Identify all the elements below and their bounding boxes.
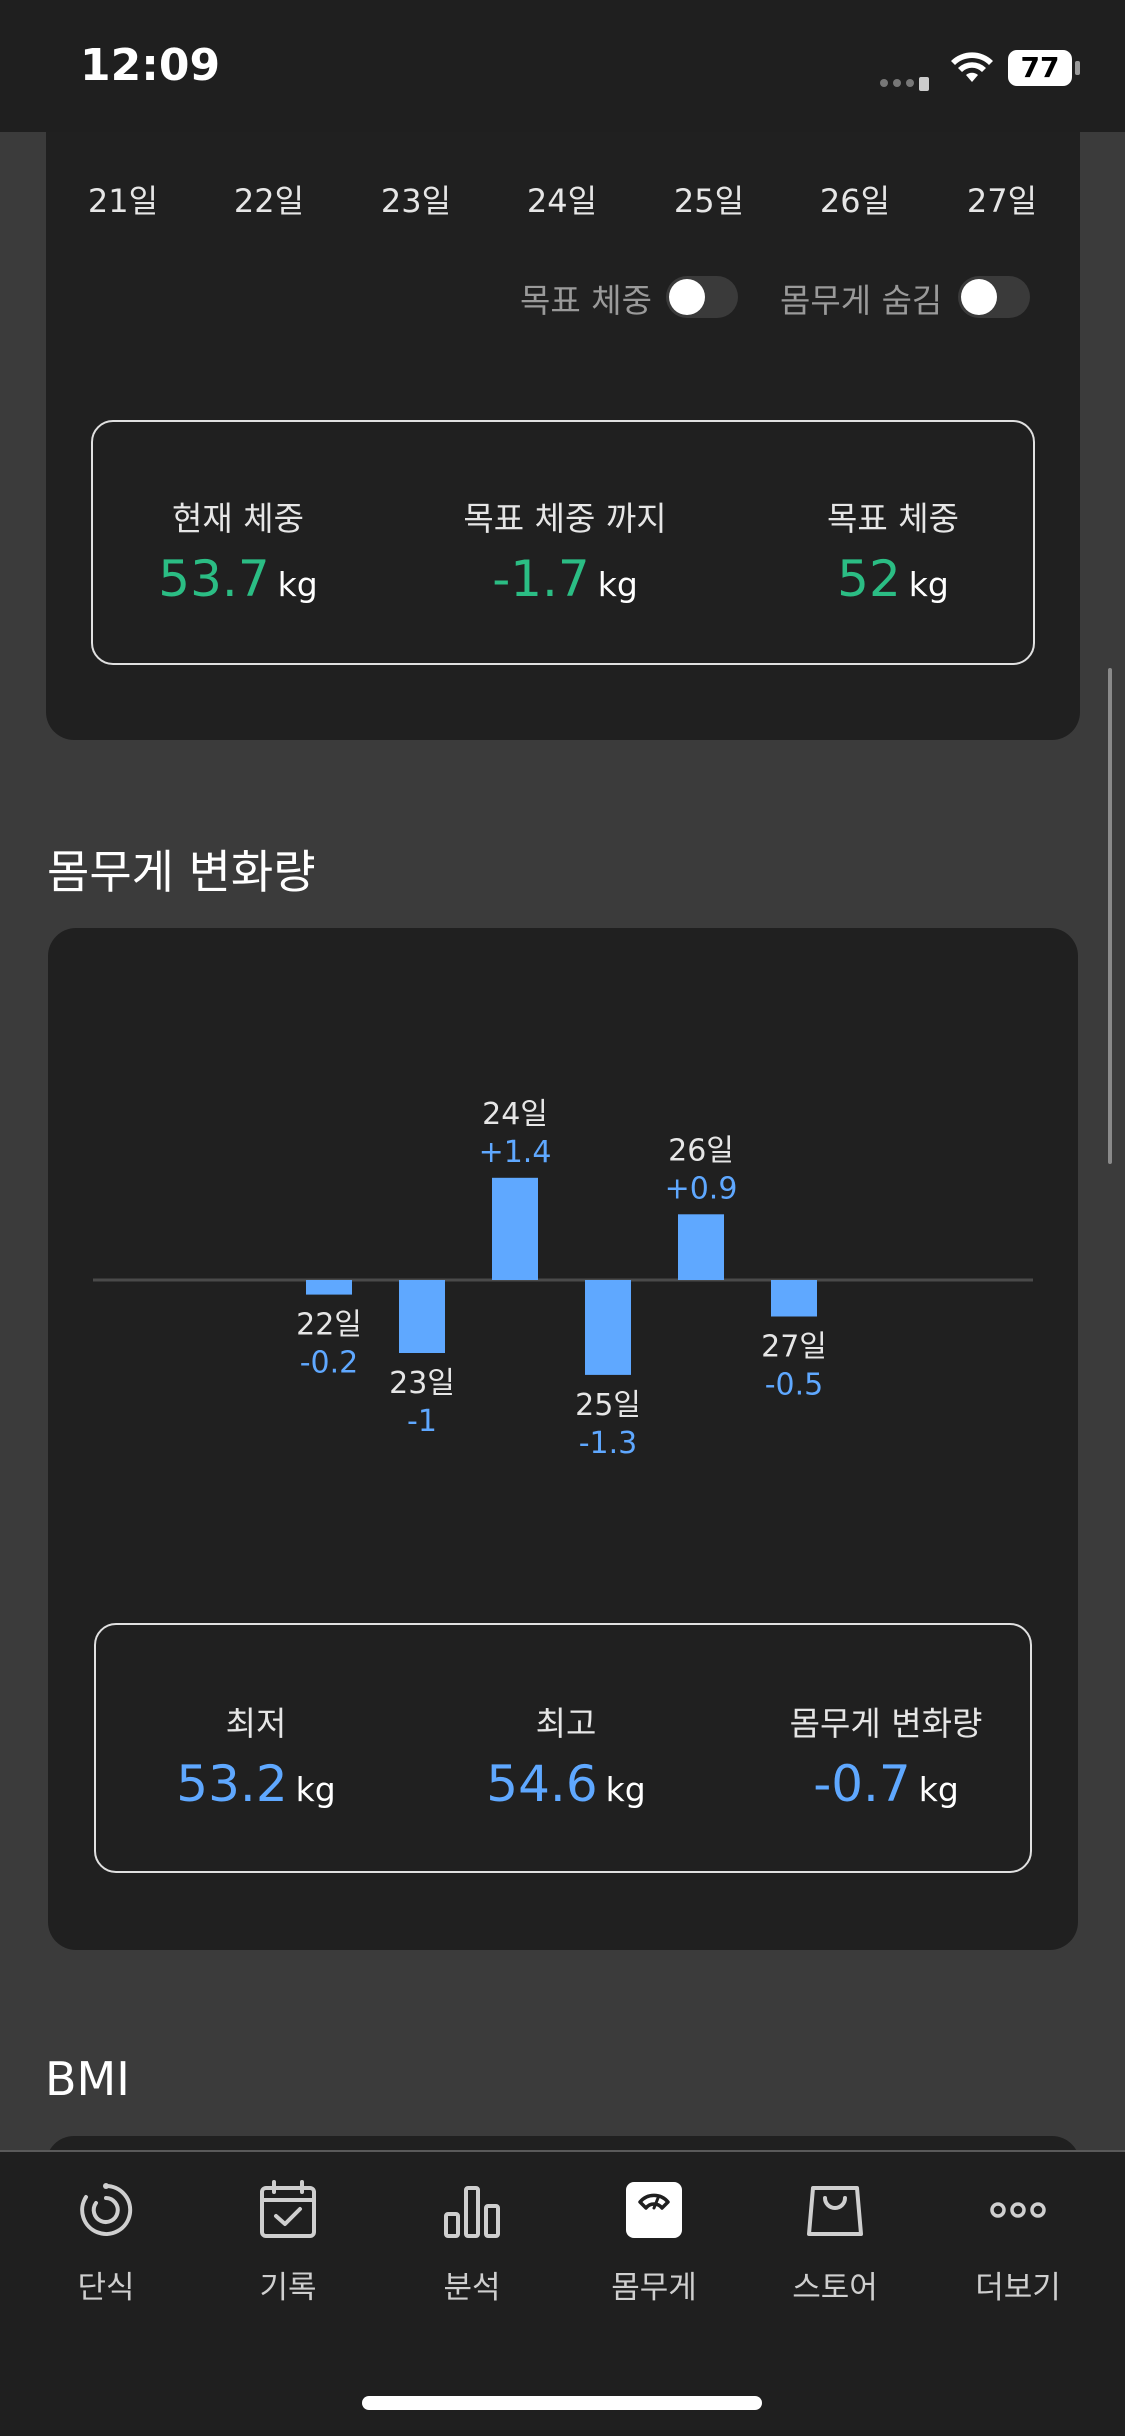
tab-label: 분석 — [443, 2270, 501, 2306]
unit-label: kg — [605, 1770, 646, 1809]
weight-change-value: -0.7 — [813, 1755, 911, 1813]
date-label: 21일 — [87, 182, 159, 220]
hide-weight-toggle[interactable] — [958, 276, 1030, 318]
date-label: 27일 — [966, 182, 1038, 220]
tab-weight[interactable]: 몸무게 — [574, 2178, 734, 2307]
stat-label: 최저 — [225, 1704, 287, 1743]
bmi-title: BMI — [45, 2052, 130, 2106]
chart-bar[interactable] — [585, 1280, 631, 1375]
unit-label: kg — [277, 565, 318, 604]
weight-change-title: 몸무게 변화량 — [47, 845, 316, 899]
chart-category-label: 27일 — [761, 1330, 827, 1365]
date-label: 23일 — [380, 182, 452, 220]
weight-change-stat: 몸무게 변화량 -0.7 kg — [756, 1697, 1016, 1813]
chart-value-label: -0.2 — [300, 1346, 359, 1381]
toggle-knob — [669, 279, 705, 315]
unit-label: kg — [908, 565, 949, 604]
bar-chart-icon — [444, 2186, 500, 2238]
tab-label: 단식 — [77, 2270, 135, 2306]
weight-change-chart: 22일-0.2 23일-1 24일+1.4 25일-1.3 26일+0.9 27일-0.5 — [93, 1097, 1033, 1461]
date-label: 25일 — [673, 182, 745, 220]
chart-category-label: 23일 — [389, 1366, 455, 1401]
chart-bar[interactable] — [306, 1280, 352, 1295]
current-weight-value: 53.7 — [158, 550, 270, 608]
chart-bar[interactable] — [399, 1280, 445, 1353]
tab-analysis[interactable]: 분석 — [392, 2178, 552, 2307]
min-weight-value: 53.2 — [176, 1755, 288, 1813]
chart-bar[interactable] — [492, 1177, 538, 1280]
goal-weight-stat: 목표 체중 52 kg — [773, 492, 1013, 608]
battery-tip — [1075, 61, 1080, 75]
stat-label: 현재 체중 — [172, 499, 304, 538]
tab-more[interactable]: 더보기 — [938, 2178, 1098, 2307]
status-bar: 12:09 77 — [0, 0, 1125, 132]
fasting-timer-icon — [80, 2183, 133, 2236]
tab-label: 몸무게 — [611, 2270, 697, 2306]
date-label: 26일 — [819, 182, 891, 220]
chart-value-label: +0.9 — [665, 1171, 738, 1206]
goal-weight-value: 52 — [837, 550, 901, 608]
chart-bar[interactable] — [771, 1280, 817, 1317]
stat-label: 몸무게 변화량 — [789, 1704, 983, 1743]
tab-label: 기록 — [259, 2270, 317, 2306]
tab-bar: 단식 기록 분석 몸무게 스토어 더보기 — [0, 2150, 1125, 2436]
chart-category-label: 26일 — [668, 1133, 734, 1168]
wifi-icon — [951, 52, 993, 82]
date-label: 24일 — [526, 182, 598, 220]
to-goal-stat: 목표 체중 까지 -1.7 kg — [423, 492, 707, 608]
tab-label: 더보기 — [975, 2270, 1061, 2306]
chart-category-label: 24일 — [482, 1097, 548, 1132]
shopping-bag-icon — [807, 2186, 863, 2236]
change-summary-box: 최저 53.2 kg 최고 54.6 kg 몸무게 변화량 -0.7 kg — [94, 1623, 1032, 1873]
chart-value-label: +1.4 — [479, 1135, 552, 1170]
max-weight-stat: 최고 54.6 kg — [456, 1697, 676, 1813]
min-weight-stat: 최저 53.2 kg — [146, 1697, 366, 1813]
chart-value-label: -1 — [407, 1404, 437, 1439]
cellular-signal-icon — [880, 72, 934, 91]
to-goal-value: -1.7 — [492, 550, 590, 608]
tab-label: 스토어 — [792, 2270, 878, 2306]
max-weight-value: 54.6 — [486, 1755, 598, 1813]
stat-label: 목표 체중 — [827, 499, 959, 538]
tab-store[interactable]: 스토어 — [755, 2178, 915, 2307]
chart-category-label: 25일 — [575, 1388, 641, 1423]
current-weight-stat: 현재 체중 53.7 kg — [113, 492, 363, 608]
weight-summary-box: 현재 체중 53.7 kg 목표 체중 까지 -1.7 kg 목표 체중 52 kg — [91, 420, 1035, 665]
stat-label: 최고 — [535, 1704, 597, 1743]
chart-value-label: -1.3 — [579, 1426, 638, 1461]
unit-label: kg — [597, 565, 638, 604]
toggle-knob — [961, 279, 997, 315]
battery-icon: 77 — [1008, 50, 1072, 86]
date-label: 22일 — [233, 182, 305, 220]
more-dots-icon — [990, 2202, 1046, 2218]
goal-weight-toggle-label: 목표 체중 — [520, 281, 652, 320]
unit-label: kg — [295, 1770, 336, 1809]
status-time: 12:09 — [80, 40, 221, 91]
chart-value-label: -0.5 — [765, 1368, 824, 1403]
tab-fasting[interactable]: 단식 — [26, 2178, 186, 2307]
scale-icon — [626, 2182, 682, 2238]
stat-label: 목표 체중 까지 — [463, 499, 667, 538]
unit-label: kg — [918, 1770, 959, 1809]
chart-bar[interactable] — [678, 1214, 724, 1280]
goal-weight-toggle[interactable] — [666, 276, 738, 318]
home-indicator[interactable] — [362, 2396, 762, 2410]
tab-records[interactable]: 기록 — [208, 2178, 368, 2307]
battery-level: 77 — [1020, 51, 1060, 84]
chart-category-label: 22일 — [296, 1308, 362, 1343]
date-axis: 21일 22일 23일 24일 25일 26일 27일 — [0, 176, 1125, 220]
hide-weight-toggle-label: 몸무게 숨김 — [780, 281, 943, 320]
calendar-check-icon — [260, 2180, 316, 2238]
scrollbar[interactable] — [1108, 668, 1112, 1164]
